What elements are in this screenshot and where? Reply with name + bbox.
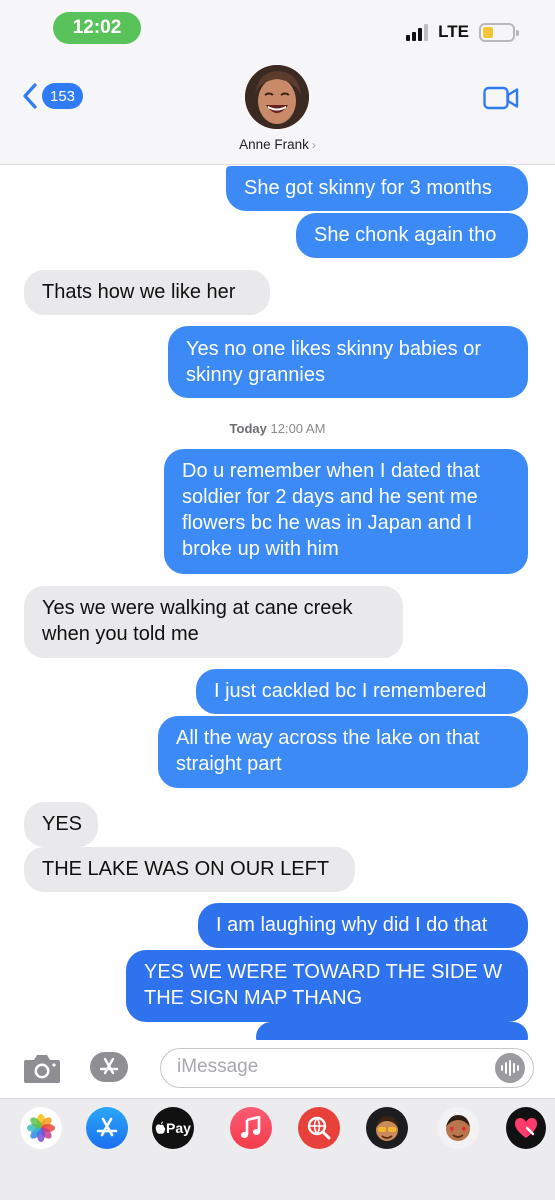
contact-name-button[interactable]: Anne Frank › xyxy=(0,137,555,152)
memoji-stickers-app-button[interactable] xyxy=(437,1107,479,1149)
digital-touch-app-button[interactable] xyxy=(506,1107,546,1149)
status-time: 12:02 xyxy=(53,12,141,44)
message-bubble-outgoing[interactable]: I just cackled bc I remembered xyxy=(196,669,528,714)
message-bubble-outgoing[interactable]: I am laughing why did I do that xyxy=(198,903,528,948)
camera-icon xyxy=(24,1055,60,1083)
battery-icon xyxy=(479,22,519,42)
conversation-header: 12:02 LTE 153 Anne Frank › xyxy=(0,0,555,165)
waveform-icon xyxy=(501,1060,519,1076)
web-search-icon xyxy=(307,1116,331,1140)
message-bubble-outgoing[interactable]: Yes no one likes skinny babies or skinny… xyxy=(168,326,528,398)
app-store-button[interactable] xyxy=(90,1052,128,1082)
imessage-input[interactable] xyxy=(177,1049,477,1085)
timestamp-day: Today xyxy=(229,421,267,436)
memoji-app-button[interactable] xyxy=(366,1107,408,1149)
timestamp-time: 12:00 AM xyxy=(270,421,326,436)
message-bubble-outgoing[interactable]: Do u remember when I dated that soldier … xyxy=(164,449,528,574)
app-store-icon xyxy=(96,1117,118,1137)
message-bubble-incoming[interactable]: YES xyxy=(24,802,98,847)
network-type: LTE xyxy=(438,22,469,41)
apple-pay-label: Pay xyxy=(166,1120,191,1136)
memoji-hearts-icon xyxy=(446,1115,470,1141)
status-indicators: LTE xyxy=(406,20,519,44)
photos-icon xyxy=(27,1114,55,1142)
apple-pay-app-button[interactable]: Pay xyxy=(152,1107,194,1149)
message-bubble-outgoing[interactable]: YES WE WERE TOWARD THE SIDE W THE SIGN M… xyxy=(126,950,528,1022)
contact-avatar[interactable] xyxy=(245,65,309,129)
digital-touch-icon xyxy=(515,1118,537,1138)
video-camera-icon xyxy=(483,86,519,110)
app-store-icon xyxy=(99,1057,119,1075)
message-bubble-incoming[interactable]: THE LAKE WAS ON OUR LEFT xyxy=(24,847,355,892)
message-input-field[interactable] xyxy=(160,1048,534,1088)
imessage-app-drawer: Pay xyxy=(0,1098,555,1200)
camera-button[interactable] xyxy=(22,1052,62,1089)
unread-count-badge: 153 xyxy=(42,83,84,109)
chevron-right-icon: › xyxy=(311,138,316,152)
message-bubble-outgoing[interactable]: She chonk again tho xyxy=(296,213,528,258)
message-bubble-outgoing[interactable]: She got skinny for 3 months xyxy=(226,166,528,211)
music-app-button[interactable] xyxy=(230,1107,272,1149)
web-search-app-button[interactable] xyxy=(298,1107,340,1149)
chevron-left-icon xyxy=(23,83,37,109)
message-composer xyxy=(0,1040,555,1102)
message-bubble-outgoing[interactable]: All the way across the lake on that stra… xyxy=(158,716,528,788)
avatar-photo xyxy=(245,65,309,129)
back-button[interactable]: 153 xyxy=(22,83,84,109)
photos-app-button[interactable] xyxy=(20,1107,62,1149)
music-icon xyxy=(240,1116,261,1138)
voice-message-button[interactable] xyxy=(495,1053,525,1083)
memoji-icon xyxy=(376,1116,398,1141)
contact-name: Anne Frank xyxy=(239,137,309,152)
app-store-app-button[interactable] xyxy=(86,1107,128,1149)
timestamp: Today 12:00 AM xyxy=(0,421,555,436)
video-call-button[interactable] xyxy=(483,86,519,115)
message-bubble-incoming[interactable]: Yes we were walking at cane creek when y… xyxy=(24,586,403,658)
apple-logo-icon xyxy=(155,1121,166,1134)
message-bubble-incoming[interactable]: Thats how we like her xyxy=(24,270,270,315)
cellular-signal-icon xyxy=(406,23,429,41)
